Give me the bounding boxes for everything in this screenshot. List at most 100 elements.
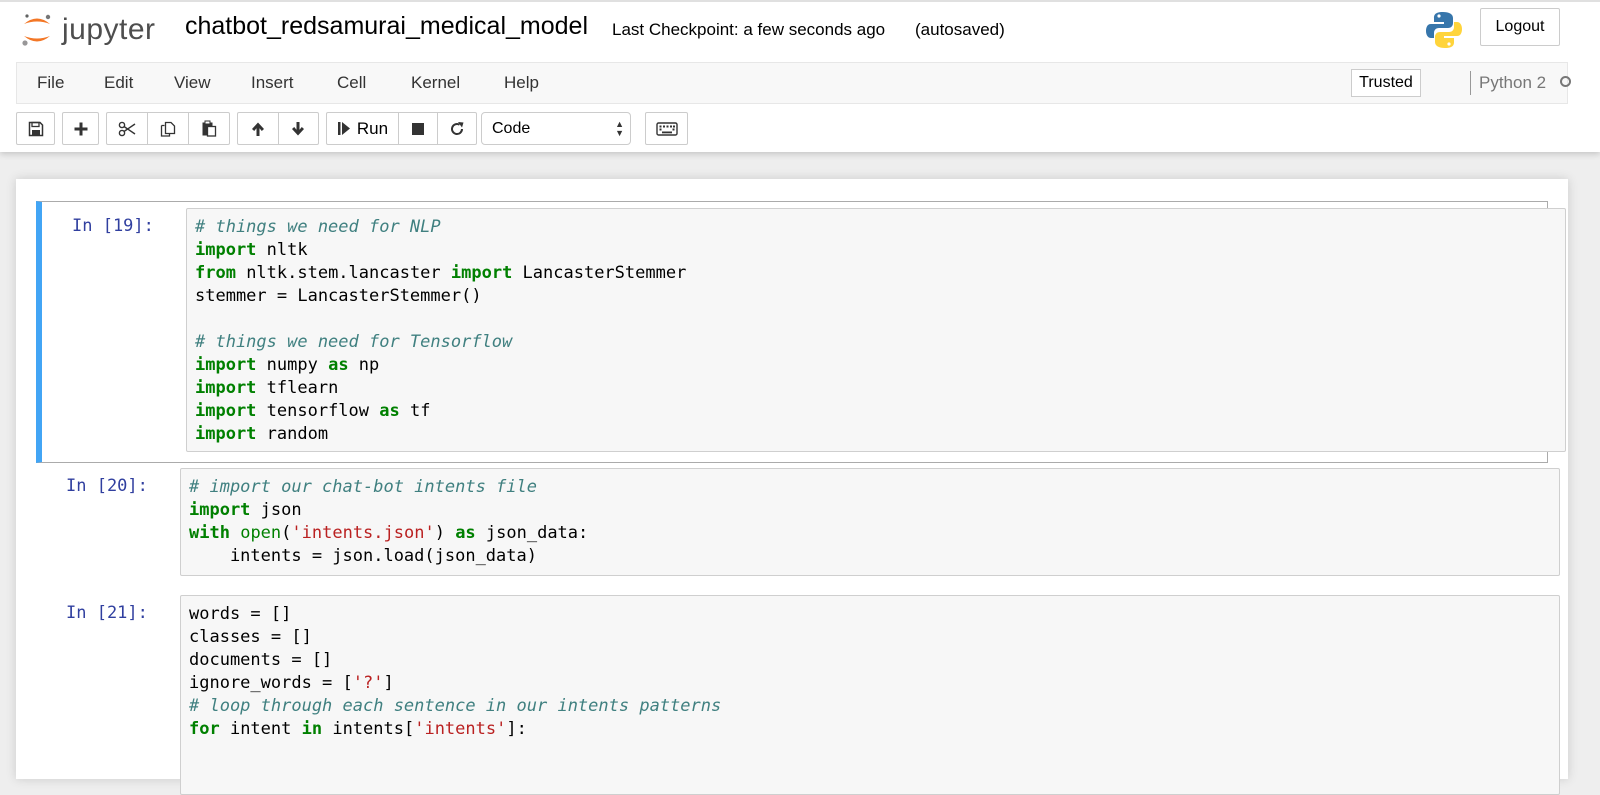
code-token: # things we need for Tensorflow — [195, 332, 513, 352]
code-text: # import our chat-bot intents file import… — [189, 476, 588, 568]
code-token: tf — [399, 401, 431, 421]
cell-type-select[interactable]: Code ▲ ▼ — [481, 112, 631, 145]
code-token: import — [195, 424, 257, 444]
code-token: LancasterStemmer — [512, 263, 687, 283]
code-line: from nltk.stem.lancaster import Lancaste… — [195, 262, 686, 285]
notebook-container: In [19]: # things we need for NLP import … — [16, 179, 1568, 795]
trusted-indicator[interactable]: Trusted — [1351, 69, 1421, 97]
code-line: ignore_words = ['?'] — [189, 672, 721, 695]
python-logo-icon — [1426, 12, 1462, 48]
autosave-status: (autosaved) — [915, 20, 1005, 39]
move-button-group — [237, 112, 319, 145]
edit-button-group — [106, 112, 230, 145]
kernel-name: Python 2 — [1479, 73, 1547, 92]
code-line: classes = [] — [189, 626, 721, 649]
paste-icon — [202, 120, 217, 137]
cell-prompt: In [19]: — [72, 216, 154, 236]
code-token: from — [195, 263, 236, 283]
arrow-down-icon — [292, 121, 305, 135]
logo-text: jupyter — [62, 13, 156, 46]
code-token: intents[ — [322, 719, 415, 739]
code-token: nltk.stem.lancaster — [235, 263, 451, 283]
code-token: # things we need for NLP — [195, 217, 441, 237]
insert-cell-button[interactable] — [62, 112, 99, 145]
code-token: import — [195, 401, 257, 421]
plus-icon — [74, 122, 87, 135]
code-token: as — [379, 401, 400, 421]
code-cell[interactable]: In [20]: # import our chat-bot intents f… — [36, 462, 1560, 578]
code-token: intents = json.load(json_data) — [189, 546, 537, 566]
code-line: with open('intents.json') as json_data: — [189, 522, 588, 545]
code-cell[interactable]: In [21]: words = [] classes = [] documents… — [36, 589, 1560, 795]
jupyter-logo[interactable]: jupyter — [20, 10, 156, 50]
keyboard-icon — [655, 121, 678, 136]
code-token: ) — [434, 523, 456, 543]
code-token: as — [455, 523, 476, 543]
menu-insert[interactable]: Insert — [251, 73, 294, 93]
code-token: classes = [] — [189, 627, 312, 647]
cut-button[interactable] — [107, 113, 148, 144]
code-token: tflearn — [256, 378, 339, 398]
code-line: for intent in intents['intents']: — [189, 718, 721, 741]
menu-view[interactable]: View — [174, 73, 211, 93]
code-cell-selected[interactable]: In [19]: # things we need for NLP import … — [36, 201, 1566, 463]
header: jupyter chatbot_redsamurai_medical_model… — [0, 0, 1600, 152]
copy-icon — [160, 121, 176, 137]
code-token: import — [195, 355, 257, 375]
code-line: # import our chat-bot intents file — [189, 476, 588, 499]
code-line: import tensorflow as tf — [195, 400, 686, 423]
code-token: import — [195, 378, 257, 398]
kernel-idle-icon — [1560, 76, 1571, 87]
menu-file[interactable]: File — [37, 73, 64, 93]
kernel-separator — [1470, 71, 1471, 95]
step-forward-icon — [337, 122, 350, 135]
menu-help[interactable]: Help — [504, 73, 539, 93]
code-token: as — [328, 355, 349, 375]
code-input[interactable]: # import our chat-bot intents file import… — [180, 468, 1560, 576]
code-input[interactable]: words = [] classes = [] documents = [] igno… — [180, 595, 1560, 795]
code-token: stemmer = LancasterStemmer() — [195, 286, 482, 306]
code-token: # import our chat-bot intents file — [189, 477, 537, 497]
code-line: import random — [195, 423, 686, 446]
code-token: ignore_words = [ — [189, 673, 353, 693]
stop-icon — [412, 122, 424, 135]
run-button-group: Run — [326, 112, 477, 145]
code-token: import — [189, 500, 251, 520]
code-line: # loop through each sentence in our inte… — [189, 695, 721, 718]
code-token: nltk — [256, 240, 308, 260]
code-text: words = [] classes = [] documents = [] igno… — [189, 603, 721, 741]
code-token: ] — [383, 673, 394, 693]
paste-button[interactable] — [189, 113, 229, 144]
code-token: random — [256, 424, 329, 444]
floppy-disk-icon — [28, 121, 43, 136]
run-button[interactable]: Run — [327, 113, 399, 144]
code-token: intent — [219, 719, 302, 739]
code-token: json — [250, 500, 302, 520]
restart-button[interactable] — [438, 113, 476, 144]
arrow-up-icon — [251, 122, 264, 136]
interrupt-button[interactable] — [399, 113, 438, 144]
top-border — [0, 0, 1600, 2]
code-token: 'intents.json' — [291, 523, 435, 543]
copy-button[interactable] — [148, 113, 189, 144]
menu-edit[interactable]: Edit — [104, 73, 133, 93]
code-token: np — [348, 355, 380, 375]
notebook-name[interactable]: chatbot_redsamurai_medical_model — [185, 12, 588, 41]
code-line: documents = [] — [189, 649, 721, 672]
code-input[interactable]: # things we need for NLP import nltk from … — [186, 208, 1566, 452]
code-token: ]: — [506, 719, 527, 739]
menu-kernel[interactable]: Kernel — [411, 73, 460, 93]
move-up-button[interactable] — [238, 113, 279, 144]
code-token: words = [] — [189, 604, 292, 624]
command-palette-button[interactable] — [645, 112, 688, 145]
menu-cell[interactable]: Cell — [337, 73, 366, 93]
logout-button[interactable]: Logout — [1480, 8, 1560, 46]
save-button[interactable] — [16, 112, 55, 145]
code-token: tensorflow — [256, 401, 380, 421]
code-line: import json — [189, 499, 588, 522]
code-token: with — [189, 523, 230, 543]
code-line: import nltk — [195, 239, 686, 262]
move-down-button[interactable] — [279, 113, 319, 144]
code-line: import tflearn — [195, 377, 686, 400]
